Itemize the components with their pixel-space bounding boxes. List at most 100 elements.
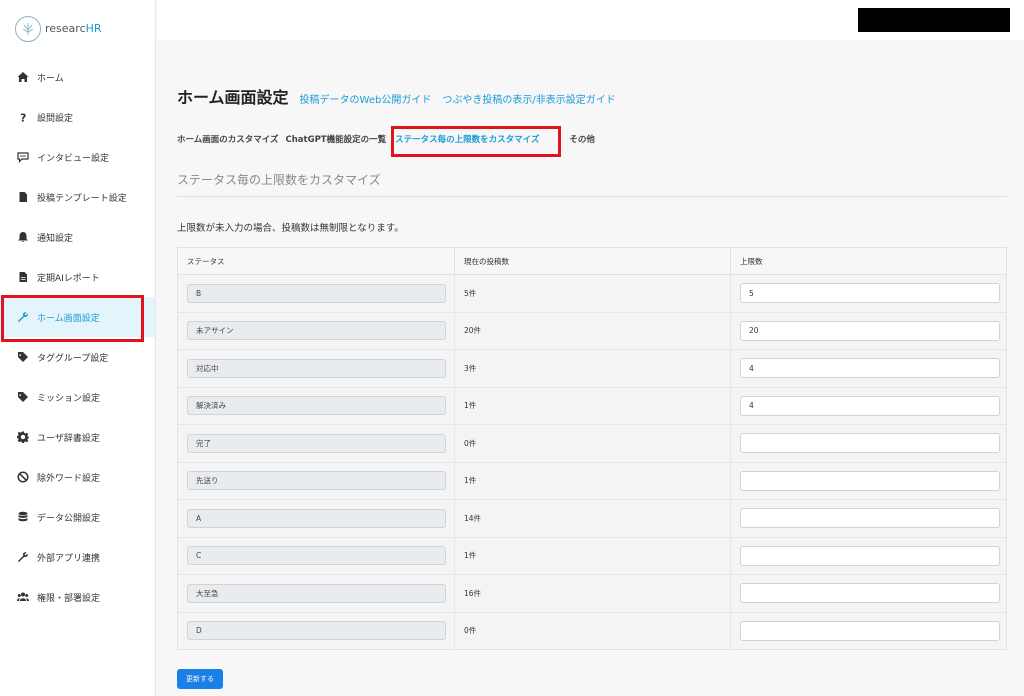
limit-input[interactable]: [740, 583, 1000, 604]
table-row: D 0件: [177, 611, 1007, 650]
header-status: ステータス: [177, 247, 455, 275]
gear-icon: [16, 430, 30, 444]
status-field: A: [187, 508, 446, 528]
tab-other[interactable]: その他: [569, 133, 595, 145]
status-cell: A: [177, 499, 455, 537]
table-row: 未アサイン 20件: [177, 311, 1007, 350]
limit-cell: [730, 499, 1007, 537]
status-field: 完了: [187, 433, 446, 453]
status-field: 解決済み: [187, 396, 446, 416]
status-field: C: [187, 546, 446, 566]
limit-cell: [730, 274, 1007, 312]
status-field: D: [187, 621, 446, 641]
web-publish-guide-link[interactable]: 投稿データのWeb公開ガイド: [300, 91, 432, 106]
status-cell: D: [177, 611, 455, 650]
sidebar-item-label: 外部アプリ連携: [37, 553, 101, 564]
status-cell: 完了: [177, 424, 455, 462]
report-icon: [16, 270, 30, 284]
current-count-cell: 14件: [454, 499, 731, 537]
sidebar-item-8[interactable]: ミッション設定: [0, 377, 155, 417]
question-icon: ?: [16, 110, 30, 124]
sidebar-item-label: ユーザ辞書設定: [37, 433, 100, 444]
sidebar-item-10[interactable]: 除外ワード設定: [0, 457, 155, 497]
limit-cell: [730, 611, 1007, 650]
users-icon: [16, 590, 30, 604]
sidebar-item-4[interactable]: 通知設定: [0, 217, 155, 257]
page-title: ホーム画面設定: [177, 88, 289, 107]
sidebar-item-label: 投稿テンプレート設定: [37, 193, 127, 204]
current-count-cell: 16件: [454, 574, 731, 612]
limit-input[interactable]: [740, 433, 1000, 454]
sidebar-item-label: タググループ設定: [37, 353, 109, 364]
sidebar: researcHR ホーム? 設問設定 インタビュー設定 投稿テンプレート設定 通知設定…: [0, 0, 156, 696]
limit-input[interactable]: [740, 545, 1000, 566]
tweet-visibility-guide-link[interactable]: つぶやき投稿の表示/非表示設定ガイド: [442, 91, 615, 106]
sidebar-item-label: 除外ワード設定: [37, 473, 101, 484]
limit-note: 上限数が未入力の場合、投稿数は無制限となります。: [177, 223, 404, 234]
sidebar-item-label: 権限・部署設定: [37, 593, 101, 604]
wrench-icon: [16, 550, 30, 564]
limit-input[interactable]: [740, 620, 1000, 641]
table-header-row: ステータス 現在の投稿数 上限数: [177, 247, 1007, 275]
sidebar-item-1[interactable]: ? 設問設定: [0, 97, 155, 137]
update-button[interactable]: 更新する: [177, 669, 223, 689]
section-title: ステータス毎の上限数をカスタマイズ: [177, 171, 1007, 197]
table-row: 対応中 3件: [177, 349, 1007, 387]
sidebar-item-13[interactable]: 権限・部署設定: [0, 577, 155, 617]
tag-icon: [16, 350, 30, 364]
sidebar-item-6[interactable]: ホーム画面設定: [0, 295, 155, 342]
table-row: A 14件: [177, 499, 1007, 537]
table-row: B 5件: [177, 274, 1007, 312]
home-icon: [16, 70, 30, 84]
file-icon: [16, 190, 30, 204]
sidebar-item-label: 設問設定: [37, 113, 74, 124]
sidebar-item-3[interactable]: 投稿テンプレート設定: [0, 177, 155, 217]
status-cell: 対応中: [177, 349, 455, 387]
status-cell: 未アサイン: [177, 311, 455, 350]
sidebar-item-label: ホーム: [37, 73, 64, 84]
limit-cell: [730, 536, 1007, 575]
tabs: ホーム画面のカスタマイズ ChatGPT機能設定の一覧 ステータス毎の上限数をカ…: [177, 126, 1007, 157]
current-count-cell: 1件: [454, 386, 731, 425]
tab-home-customize[interactable]: ホーム画面のカスタマイズ: [177, 133, 279, 145]
sidebar-item-0[interactable]: ホーム: [0, 57, 155, 97]
current-count-cell: 1件: [454, 461, 731, 500]
limit-input[interactable]: [740, 283, 1000, 304]
header-current-count: 現在の投稿数: [454, 247, 731, 275]
redacted-user-area: [858, 8, 1010, 32]
logo-prefix: researc: [45, 22, 86, 35]
limit-input[interactable]: [740, 508, 1000, 529]
limit-cell: [730, 424, 1007, 462]
sidebar-item-12[interactable]: 外部アプリ連携: [0, 537, 155, 577]
sidebar-item-11[interactable]: データ公開設定: [0, 497, 155, 537]
database-icon: [16, 510, 30, 524]
limit-cell: [730, 349, 1007, 387]
svg-text:?: ?: [20, 112, 26, 124]
main-content: ホーム画面設定 投稿データのWeb公開ガイド つぶやき投稿の表示/非表示設定ガイ…: [177, 84, 1007, 689]
status-field: 大至急: [187, 583, 446, 603]
sidebar-item-7[interactable]: タググループ設定: [0, 337, 155, 377]
status-cell: 大至急: [177, 574, 455, 612]
sidebar-item-5[interactable]: 定期AIレポート: [0, 257, 155, 297]
header-limit: 上限数: [730, 247, 1007, 275]
sidebar-item-label: ミッション設定: [37, 393, 101, 404]
sidebar-item-9[interactable]: ユーザ辞書設定: [0, 417, 155, 457]
limit-input[interactable]: [740, 358, 1000, 379]
current-count-cell: 0件: [454, 611, 731, 650]
logo-suffix: HR: [85, 22, 102, 35]
limit-input[interactable]: [740, 395, 1000, 416]
logo-icon: [15, 15, 41, 42]
ban-icon: [16, 470, 30, 484]
status-field: 先送り: [187, 471, 446, 491]
tab-status-limit[interactable]: ステータス毎の上限数をカスタマイズ: [391, 126, 562, 157]
sidebar-item-label: 定期AIレポート: [37, 273, 100, 284]
logo[interactable]: researcHR: [0, 0, 155, 57]
tab-chatgpt-settings[interactable]: ChatGPT機能設定の一覧: [286, 133, 387, 145]
sidebar-item-2[interactable]: インタビュー設定: [0, 137, 155, 177]
status-field: 未アサイン: [187, 321, 446, 341]
current-count-cell: 1件: [454, 536, 731, 575]
limit-cell: [730, 311, 1007, 350]
status-field: 対応中: [187, 358, 446, 378]
limit-input[interactable]: [740, 470, 1000, 491]
limit-input[interactable]: [740, 320, 1000, 341]
